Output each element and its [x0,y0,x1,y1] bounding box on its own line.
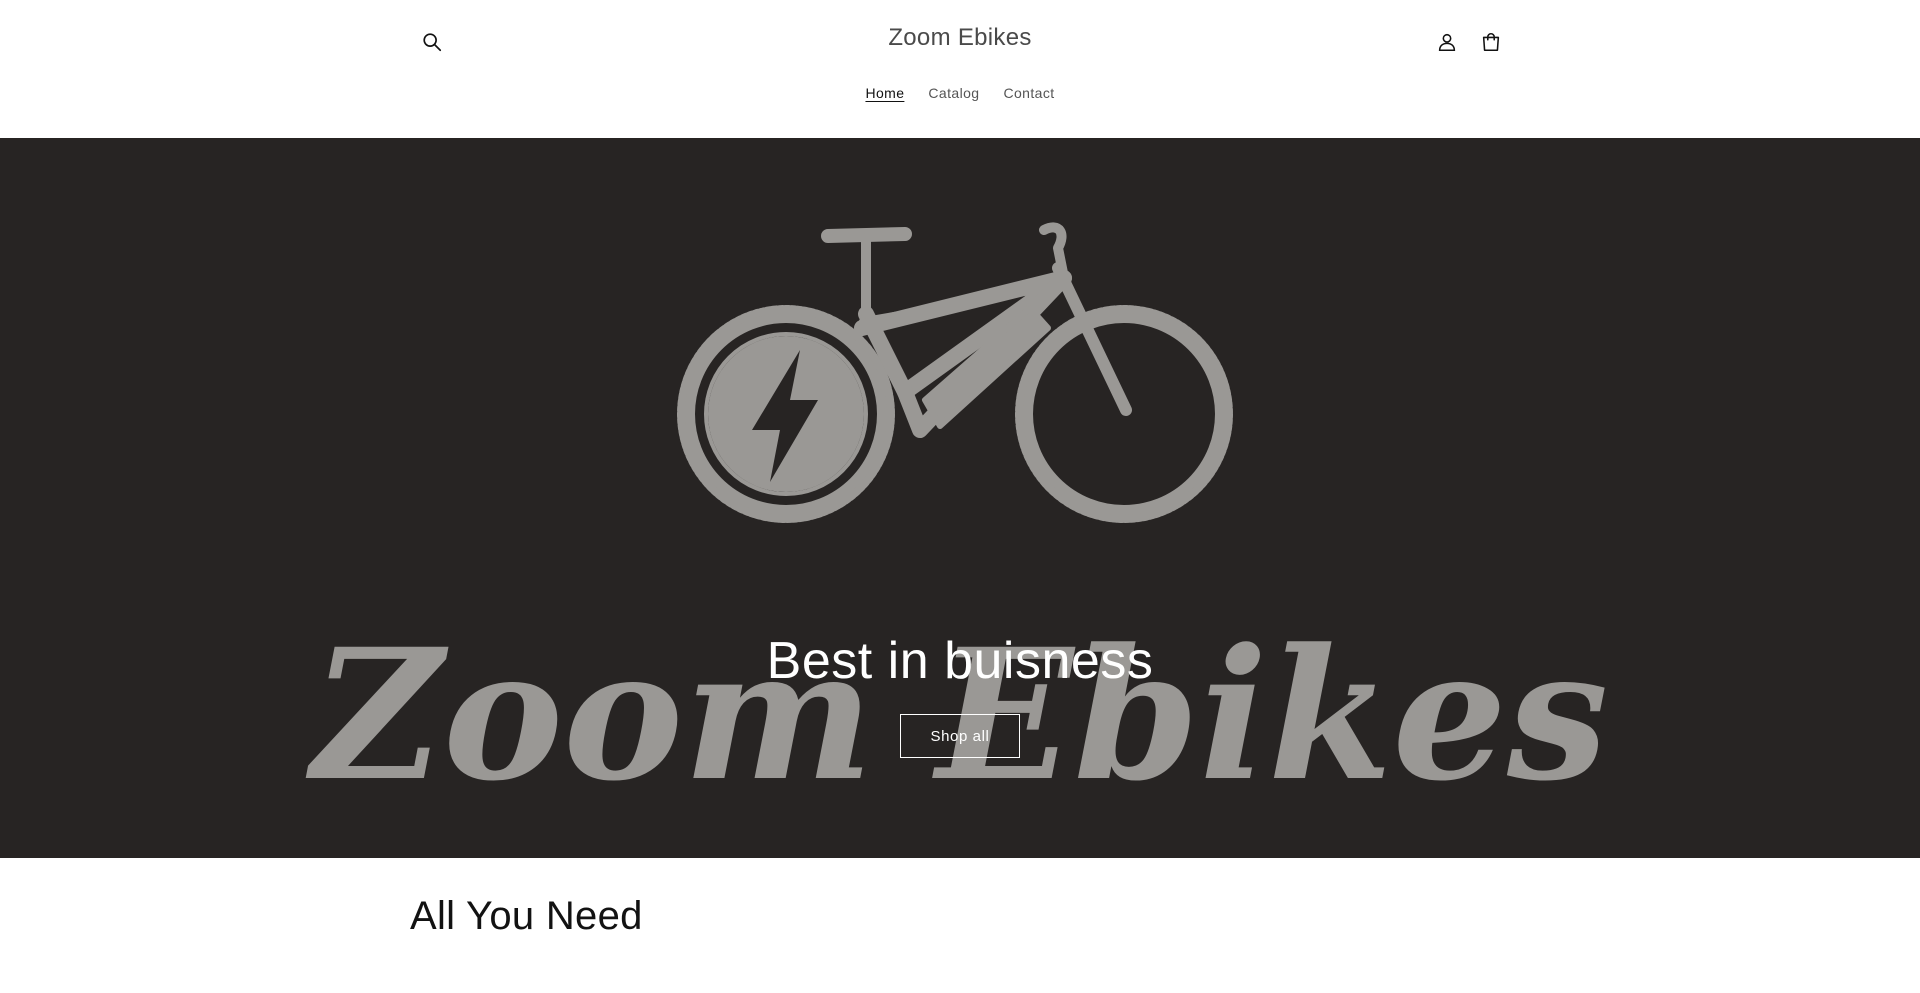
hero-title: Best in buisness [766,632,1154,690]
store-logo: Zoom Ebikes [0,24,1920,52]
ebike-logo-icon [677,222,1233,523]
shop-all-button[interactable]: Shop all [900,714,1020,759]
cart-button[interactable] [1471,22,1511,62]
nav-item-contact[interactable]: Contact [1003,85,1054,101]
collection-title: All You Need [410,894,643,938]
hero-banner: Zoom Ebikes Best in buisness Shop all [0,138,1920,858]
featured-collection: All You Need [0,858,1920,993]
account-button[interactable] [1427,22,1467,62]
site-header: Zoom Ebikes Home Catalog Contact [0,0,1920,138]
store-name-link[interactable]: Zoom Ebikes [888,24,1031,51]
nav-item-home[interactable]: Home [865,85,904,101]
main-nav: Home Catalog Contact [0,85,1920,101]
hero-content: Best in buisness Shop all [0,632,1920,759]
cart-icon [1482,33,1500,52]
account-icon [1438,33,1456,52]
nav-item-catalog[interactable]: Catalog [928,85,979,101]
